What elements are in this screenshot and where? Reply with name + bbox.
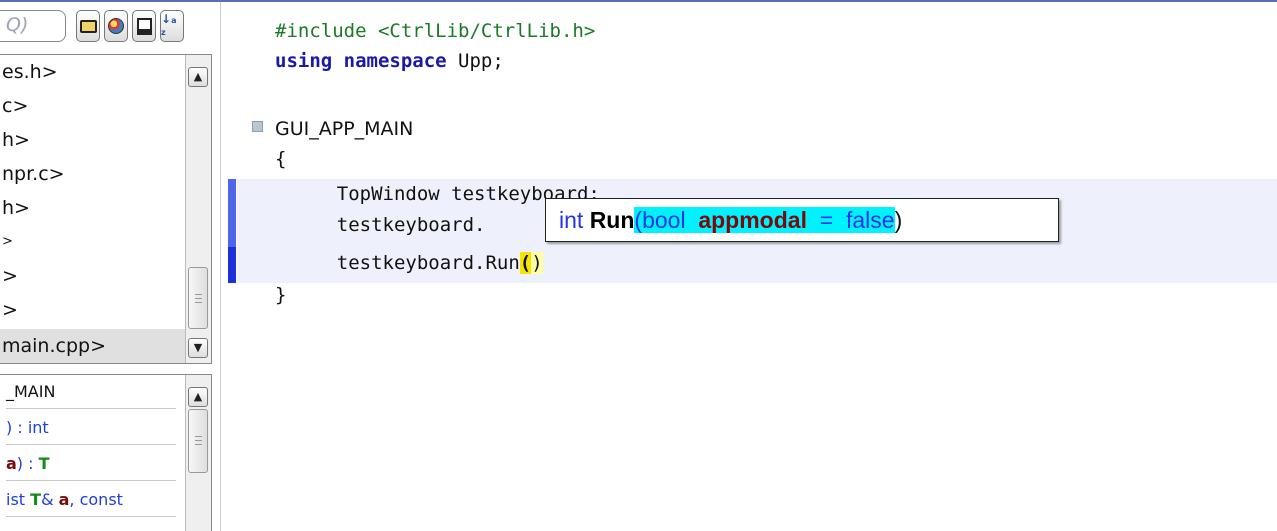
symbol-list[interactable]: _MAIN) : int a) : Tist T& a, const ▲ [0, 374, 212, 531]
file-list-scrollbar[interactable]: ▲ ▼ [185, 55, 211, 363]
code-line-1[interactable]: #include <CtrlLib/CtrlLib.h> [275, 16, 595, 46]
symbol-list-item[interactable]: ) : int [6, 411, 176, 445]
file-list-item-selected[interactable]: main.cpp> [0, 329, 186, 363]
scrollbar-thumb[interactable] [188, 267, 208, 329]
file-list-item[interactable]: c> [2, 89, 28, 123]
symbol-text: & [41, 490, 59, 509]
code-line-2[interactable]: using namespace Upp; [275, 46, 504, 76]
sort-icon: ↓a z [161, 12, 177, 37]
symbol-text: , const [69, 490, 123, 509]
symbol-text: _MAIN [6, 382, 56, 401]
symbol-text: T [38, 454, 50, 473]
symbol-text: : int [12, 418, 49, 437]
file-list-item[interactable]: npr.c> [2, 157, 65, 191]
tooltip-function-name: Run [589, 207, 635, 233]
fold-icon[interactable] [252, 121, 263, 132]
symbol-list-item[interactable]: _MAIN [6, 375, 176, 409]
symbol-list-scrollbar[interactable]: ▲ [185, 375, 211, 531]
symbol-text: ) : [16, 454, 39, 473]
sidebar: Q) ↓a z es.h> c> h> npr.c> h> > > > main… [0, 2, 221, 531]
folder-icon [79, 19, 97, 33]
search-input[interactable]: Q) [0, 10, 66, 42]
window-button[interactable] [132, 10, 156, 42]
sort-button[interactable]: ↓a z [160, 10, 184, 42]
globe-icon [108, 18, 124, 34]
file-list-item[interactable]: > [2, 259, 18, 293]
symbol-list-item[interactable]: a) : T [6, 447, 176, 481]
symbol-text: a [6, 454, 17, 473]
open-folder-button[interactable] [76, 10, 100, 42]
scroll-up-arrow-icon[interactable]: ▲ [188, 387, 208, 407]
symbol-text: T [30, 490, 42, 509]
code-line-4[interactable]: GUI_APP_MAIN [275, 114, 413, 144]
change-marker [228, 179, 236, 247]
symbol-list-item[interactable]: ist T& a, const [6, 483, 176, 517]
scrollbar-thumb[interactable] [188, 409, 208, 473]
file-list-item[interactable]: h> [2, 191, 30, 225]
code-line-7[interactable]: testkeyboard. [291, 210, 486, 240]
window-icon [136, 17, 152, 35]
file-list-item[interactable]: > [2, 293, 18, 327]
tooltip-current-param: (bool appmodal = false [634, 207, 895, 233]
file-list-item[interactable]: es.h> [2, 55, 58, 89]
globe-button[interactable] [104, 10, 128, 42]
change-marker [228, 247, 236, 283]
symbol-text: a [58, 490, 70, 509]
file-list[interactable]: es.h> c> h> npr.c> h> > > > main.cpp> ▲ … [0, 54, 212, 364]
scroll-down-arrow-icon[interactable]: ▼ [188, 338, 208, 358]
symbol-text: ist [6, 490, 31, 509]
function-signature-tooltip: int Run(bool appmodal = false) [545, 198, 1059, 242]
code-line-8[interactable]: testkeyboard.Run() [291, 248, 543, 278]
scroll-up-arrow-icon[interactable]: ▲ [188, 67, 208, 87]
code-line-5[interactable]: { [275, 144, 286, 174]
code-line-9[interactable]: } [275, 280, 286, 310]
tooltip-return-type: int [559, 207, 584, 233]
file-list-item[interactable]: h> [2, 123, 30, 157]
file-list-item[interactable]: > [2, 225, 13, 259]
